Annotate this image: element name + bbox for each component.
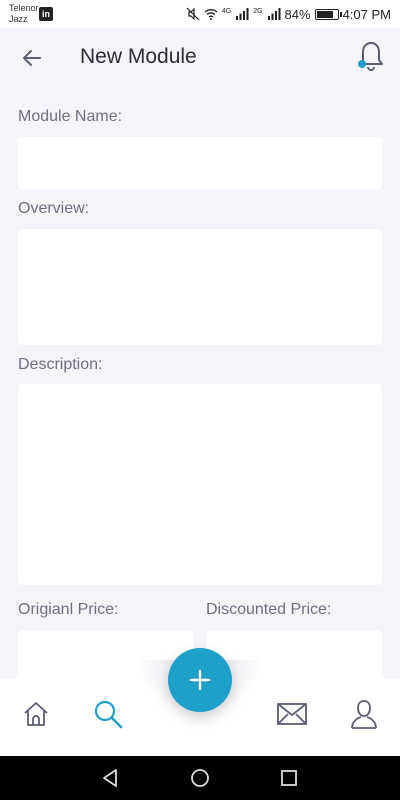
original-price-label: Origianl Price: [18,601,119,618]
description-label: Description: [18,356,103,373]
overview-textarea[interactable] [18,229,382,345]
search-icon [94,700,123,729]
carrier-line-1: Telenor [9,3,39,13]
wifi-icon [204,9,218,20]
add-fab-button[interactable] [168,648,232,712]
notification-bell-icon[interactable] [356,40,386,72]
network-type-2: 2G [253,7,263,15]
battery-percent: 84% [284,6,311,22]
carrier-name: Telenor Jazz [9,3,39,25]
battery-level [316,10,333,18]
signal-icon-2 [267,8,281,20]
app-header: New Module [0,28,400,88]
status-bar: Telenor Jazz in 4G 2G 84% 4:07 PM [0,0,400,28]
description-textarea[interactable] [18,384,382,585]
network-type-1: 4G [221,7,232,15]
nav-search[interactable] [90,696,126,732]
nav-messages[interactable] [274,696,310,732]
signal-icon [236,8,249,20]
page-title: New Module [80,45,197,68]
nav-profile[interactable] [346,696,382,732]
system-back-icon[interactable] [98,766,122,790]
battery-icon [314,8,342,20]
carrier-line-2: Jazz [9,14,28,24]
status-indicators: 4G 2G 84% 4:07 PM [186,5,391,23]
back-arrow-icon[interactable] [18,44,46,72]
mute-icon [186,7,200,21]
discounted-price-label: Discounted Price: [206,601,332,618]
overview-label: Overview: [18,200,90,217]
system-home-icon[interactable] [188,766,212,790]
home-icon [24,702,48,726]
plus-icon [189,669,211,691]
nav-home[interactable] [18,696,54,732]
linkedin-icon: in [39,7,53,21]
module-name-input[interactable] [18,137,382,189]
module-name-label: Module Name: [18,108,123,125]
profile-icon [351,700,377,729]
system-navigation-bar [0,756,400,800]
system-recents-icon[interactable] [277,766,301,790]
status-time: 4:07 PM [342,6,391,22]
mail-icon [277,703,307,725]
